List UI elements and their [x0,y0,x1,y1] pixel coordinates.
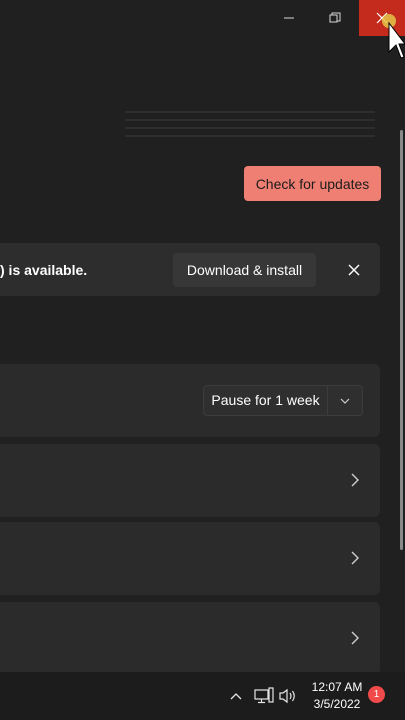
dismiss-banner-button[interactable] [343,259,365,281]
settings-row-update-history[interactable] [0,444,380,517]
update-available-banner: ) is available. Download & install [0,243,380,296]
network-button[interactable] [253,686,275,706]
title-bar [0,0,405,36]
volume-button[interactable] [278,686,298,706]
minimize-icon [284,17,294,19]
pause-duration-select[interactable]: Pause for 1 week [203,385,363,416]
network-icon [254,687,274,704]
check-for-updates-button[interactable]: Check for updates [244,166,381,201]
pause-updates-card: Pause for 1 week [0,364,380,437]
volume-icon [279,688,295,704]
chevron-right-icon [351,473,359,487]
chevron-right-icon [351,631,359,645]
clock-date: 3/5/2022 [313,697,361,711]
settings-row-advanced-options[interactable] [0,522,380,595]
chevron-down-icon[interactable] [328,398,362,404]
clock-time: 12:07 AM [311,680,363,694]
taskbar: 12:07 AM 3/5/2022 [0,672,405,720]
cursor-highlight [382,14,396,28]
minimize-button[interactable] [266,0,312,36]
pause-duration-value: Pause for 1 week [204,386,328,415]
close-icon [348,264,360,276]
notification-badge[interactable]: 1 [368,686,385,703]
taskbar-clock[interactable]: 12:07 AM 3/5/2022 [306,679,368,713]
header-illustration [125,111,375,137]
chevron-up-icon [230,693,242,700]
restore-icon [329,12,341,23]
show-hidden-icons-button[interactable] [228,686,244,706]
chevron-right-icon [351,551,359,565]
restore-button[interactable] [312,0,358,36]
update-available-text: ) is available. [0,261,88,278]
download-install-button[interactable]: Download & install [173,253,316,287]
settings-row-insider-program[interactable] [0,602,380,675]
scrollbar[interactable] [400,130,403,550]
